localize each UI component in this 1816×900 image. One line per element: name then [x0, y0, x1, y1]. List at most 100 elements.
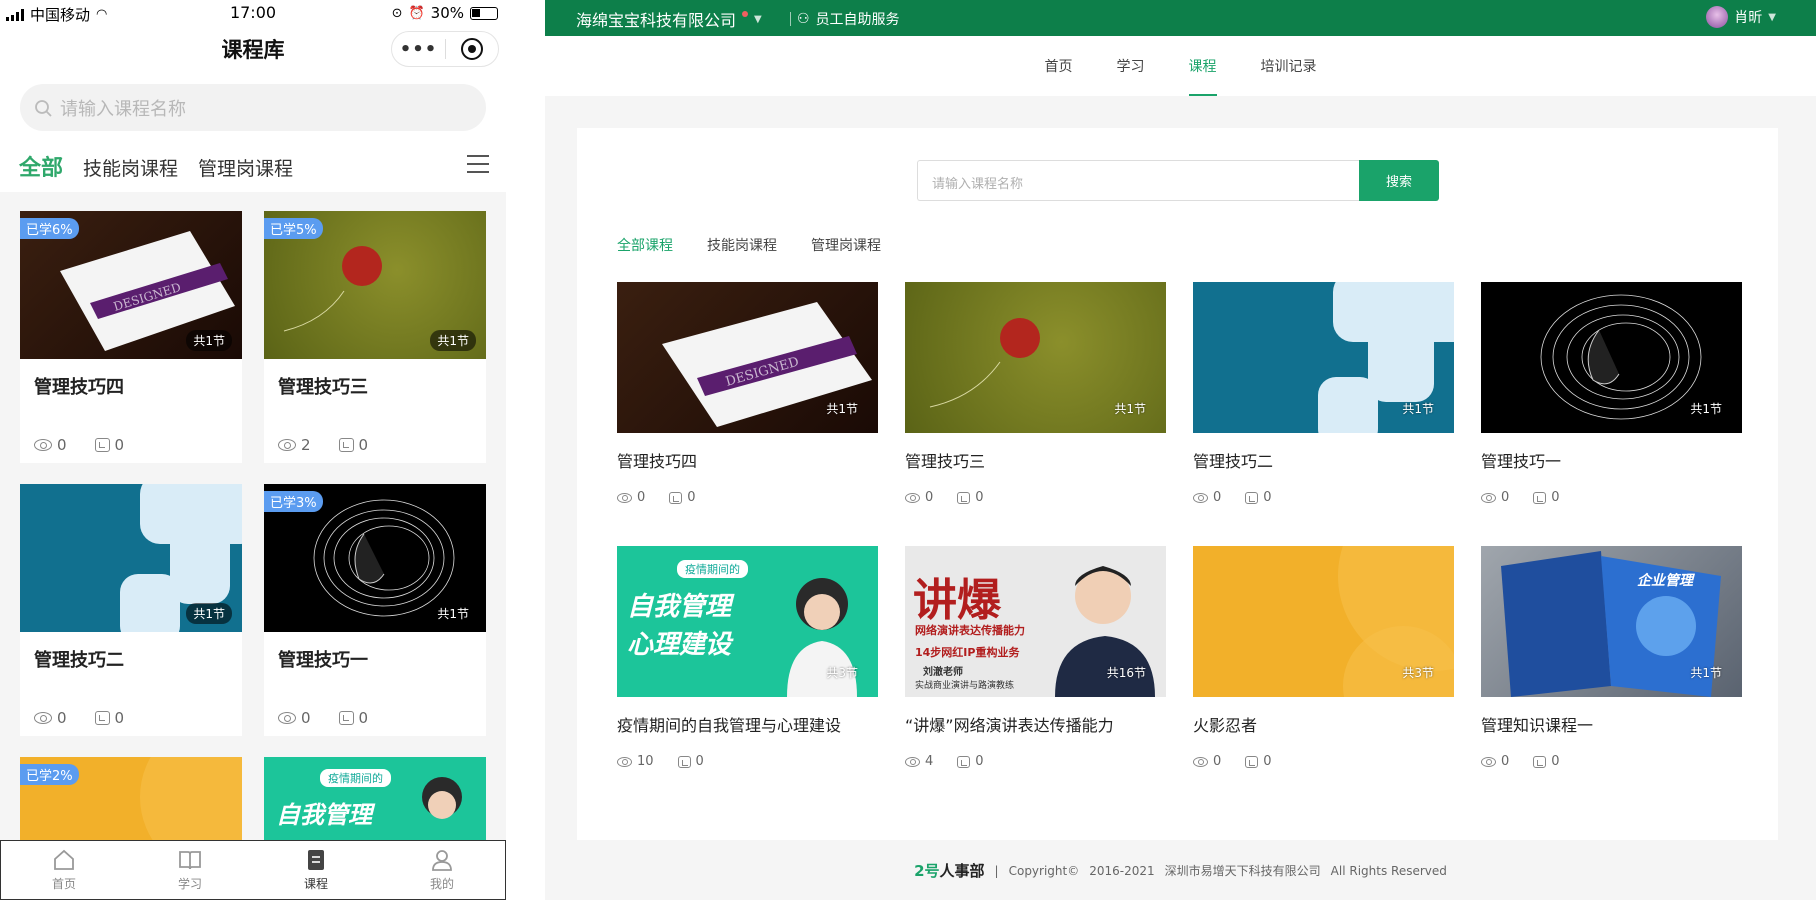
main-nav: 首页 学习 课程 培训记录 [545, 36, 1816, 96]
tabbar-label: 学习 [177, 877, 202, 891]
course-card[interactable]: DESIGNED 共1节 管理技巧四 0 0 [617, 282, 878, 512]
view-count: 0 [1501, 490, 1510, 505]
comment-count: 0 [1263, 490, 1272, 505]
tabbar-item-study[interactable]: 学习 [127, 841, 253, 899]
tab-all-courses[interactable]: 全部课程 [617, 235, 673, 255]
progress-badge: 已学2% [20, 764, 79, 785]
brand-text: 人事部 [939, 862, 985, 880]
employee-service-link[interactable]: ⚇ 员工自助服务 [790, 9, 900, 29]
comment-count: 0 [975, 754, 984, 769]
chevron-down-icon: ▼ [1768, 11, 1776, 23]
comment-icon [1533, 755, 1547, 768]
home-icon [54, 849, 74, 870]
course-thumbnail: 共1节 [1481, 282, 1742, 433]
tabbar-item-course[interactable]: 课程 [253, 841, 379, 899]
nav-home[interactable]: 首页 [1045, 56, 1073, 96]
tab-management[interactable]: 管理岗课程 [198, 154, 293, 181]
nav-study[interactable]: 学习 [1117, 56, 1145, 96]
lesson-count: 共3节 [1402, 666, 1434, 680]
eye-icon [34, 712, 52, 724]
category-tabs: 全部课程 技能岗课程 管理岗课程 [617, 235, 881, 255]
more-button[interactable]: ••• [392, 39, 445, 60]
tab-management-courses[interactable]: 管理岗课程 [811, 235, 881, 255]
chevron-down-icon: ▼ [754, 13, 762, 25]
comment-count: 0 [975, 490, 984, 505]
course-card[interactable]: 共3节 火影忍者 0 0 [1193, 546, 1454, 776]
view-count: 0 [1213, 754, 1222, 769]
course-thumbnail: 共3节 [1193, 546, 1454, 697]
close-miniprogram-button[interactable] [446, 38, 498, 60]
tabbar-item-me[interactable]: 我的 [379, 841, 505, 899]
target-icon [460, 38, 483, 60]
search-placeholder: 请输入课程名称 [60, 98, 186, 120]
user-name: 肖昕 [1734, 10, 1763, 26]
comment-icon [669, 491, 683, 504]
tab-all[interactable]: 全部 [19, 150, 63, 182]
view-count: 0 [925, 490, 934, 505]
nav-training-records[interactable]: 培训记录 [1261, 56, 1317, 96]
copyright-years: 2016-2021 [1089, 863, 1155, 878]
comment-icon [957, 491, 971, 504]
course-name: 管理技巧三 [905, 452, 986, 471]
course-card[interactable]: 讲爆 网络演讲表达传播能力 14步网红IP重构业务 刘澈老师 实战商业演讲与路演… [905, 546, 1166, 776]
comment-count: 0 [1551, 490, 1560, 505]
course-card[interactable]: 共1节 管理技巧二 0 0 [20, 484, 242, 736]
course-name: 管理技巧四 [617, 452, 698, 471]
user-menu[interactable]: 肖昕 ▼ [1706, 6, 1776, 28]
view-count: 0 [57, 436, 67, 454]
course-name: 管理技巧一 [278, 650, 368, 671]
tab-skill-courses[interactable]: 技能岗课程 [707, 235, 777, 255]
search-input[interactable]: 请输入课程名称 [20, 84, 486, 131]
course-thumbnail: 企业管理 共1节 [1481, 546, 1742, 697]
comment-count: 0 [358, 709, 369, 727]
category-tabs: 全部 技能岗课程 管理岗课程 [19, 150, 293, 182]
comment-count: 0 [1551, 754, 1560, 769]
service-label: 员工自助服务 [815, 12, 900, 28]
search-button[interactable]: 搜索 [1359, 160, 1439, 201]
course-icon [308, 850, 324, 870]
brand-number: 2号 [914, 862, 940, 880]
eye-icon [34, 439, 52, 451]
course-card[interactable]: 已学2% [20, 757, 242, 840]
nav-course[interactable]: 课程 [1188, 56, 1217, 96]
search-icon [35, 99, 52, 117]
course-card[interactable]: 共1节 管理技巧三 0 0 [905, 282, 1166, 512]
course-name: 管理技巧二 [34, 650, 124, 671]
course-card[interactable]: 共1节 管理技巧一 0 0 [1481, 282, 1742, 512]
eye-icon [278, 712, 296, 724]
course-name: 管理知识课程一 [1481, 716, 1594, 735]
tab-skill[interactable]: 技能岗课程 [83, 154, 178, 181]
footer-company: 深圳市易增天下科技有限公司 [1164, 864, 1321, 878]
course-card[interactable]: 共1节 管理技巧二 0 0 [1193, 282, 1454, 512]
course-thumbnail: 讲爆 网络演讲表达传播能力 14步网红IP重构业务 刘澈老师 实战商业演讲与路演… [905, 546, 1166, 697]
view-count: 0 [301, 709, 311, 727]
eye-icon [1481, 756, 1496, 767]
course-card[interactable]: 已学3% 共1节 管理技巧一 0 0 [264, 484, 486, 736]
course-name: “讲爆”网络演讲表达传播能力 [905, 716, 1114, 735]
course-name: 管理技巧二 [1193, 452, 1274, 471]
user-icon [432, 850, 452, 871]
comment-icon [957, 755, 971, 768]
course-card[interactable]: 已学5% 共1节 管理技巧三 2 0 [264, 211, 486, 463]
avatar [1706, 6, 1729, 28]
lesson-count: 共1节 [186, 603, 232, 624]
search-input[interactable]: 请输入课程名称 [917, 160, 1359, 201]
eye-icon [905, 756, 920, 767]
web-app: 海绵宝宝科技有限公司 ▼ ⚇ 员工自助服务 肖昕 ▼ 首页 学习 课程 培训记录 [545, 0, 1816, 900]
course-name: 火影忍者 [1193, 716, 1258, 735]
notification-dot [742, 11, 749, 17]
course-card[interactable]: 企业管理 共1节 管理知识课程一 0 0 [1481, 546, 1742, 776]
tabbar-label: 课程 [303, 877, 328, 891]
company-switcher[interactable]: 海绵宝宝科技有限公司 ▼ [576, 7, 762, 31]
course-card[interactable]: 疫情期间的 自我管理 [264, 757, 486, 840]
menu-icon[interactable] [467, 155, 489, 179]
book-icon [179, 851, 201, 870]
course-card[interactable]: DESIGNED 已学6% 共1节 管理技巧四 0 0 [20, 211, 242, 463]
view-count: 2 [301, 436, 311, 454]
tabbar-item-home[interactable]: 首页 [1, 841, 127, 899]
course-panel: 请输入课程名称 搜索 全部课程 技能岗课程 管理岗课程 DESIGNED 共1节… [577, 128, 1778, 840]
course-name: 管理技巧四 [34, 377, 124, 398]
course-thumbnail: 已学5% 共1节 [264, 211, 486, 359]
course-card[interactable]: 疫情期间的 自我管理 心理建设 共3节 疫情期间的自我管理与心理建设 10 0 [617, 546, 878, 776]
view-count: 0 [637, 490, 646, 505]
